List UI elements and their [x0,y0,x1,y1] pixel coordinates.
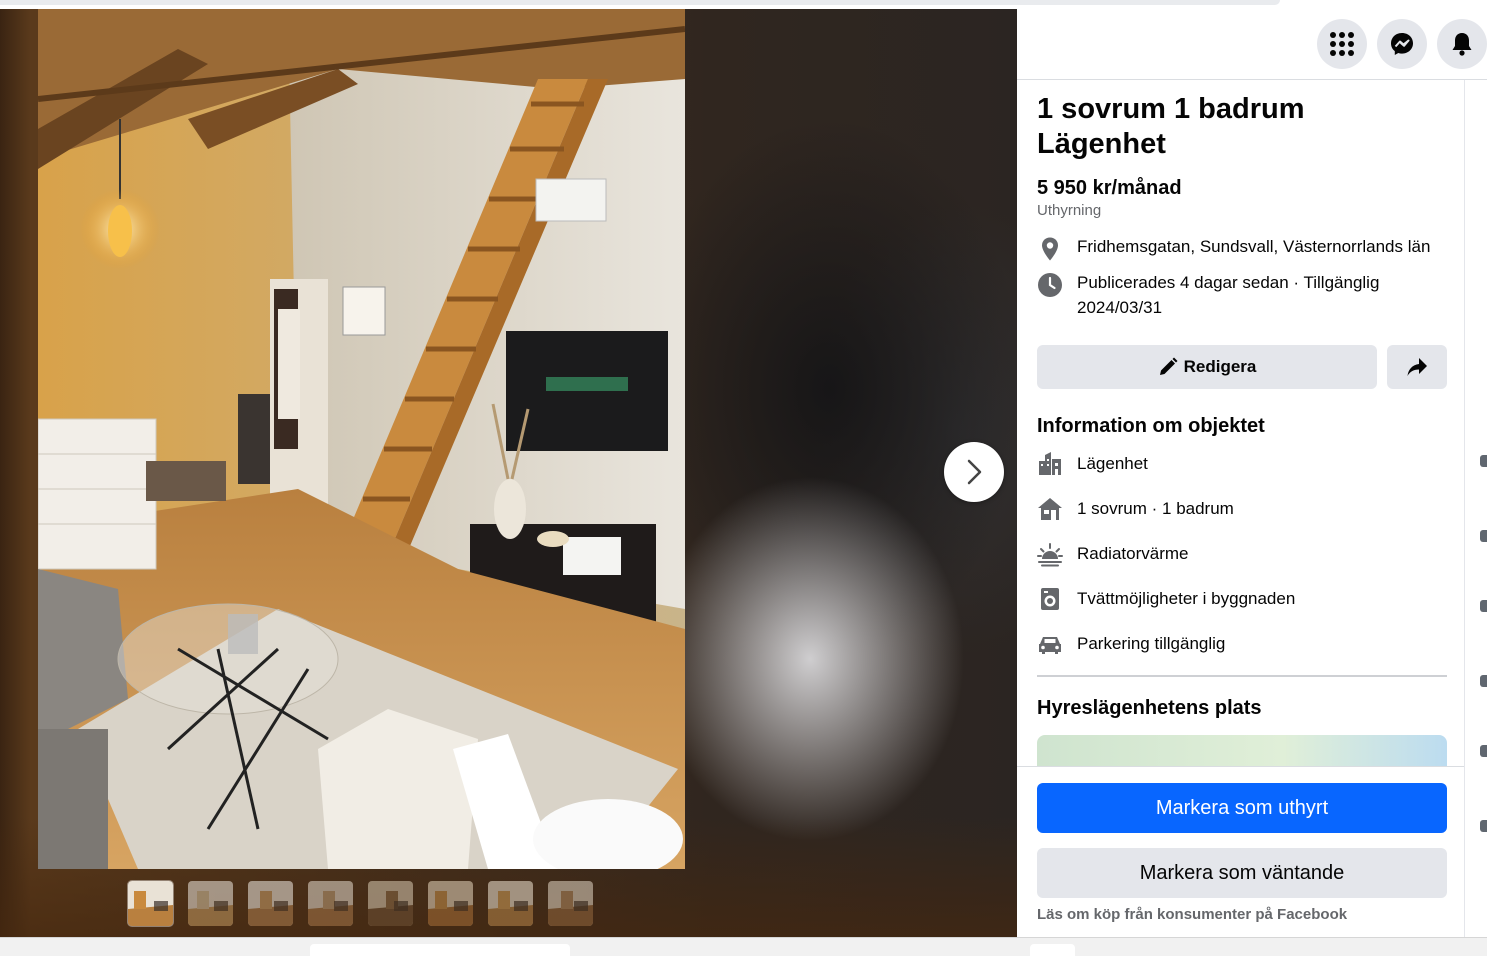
notifications-bell-icon [1452,33,1472,56]
share-button[interactable] [1387,345,1447,389]
next-photo-button[interactable] [944,442,1004,502]
browser-top-strip [0,0,1487,9]
location-map[interactable] [1037,735,1447,766]
location-pin-icon [1042,237,1058,261]
photo-thumbnail[interactable] [188,881,233,926]
attribute-rooms: 1 sovrum · 1 badrum [1037,486,1447,531]
photo-thumbnail[interactable] [548,881,593,926]
consumer-purchase-info-link[interactable]: Läs om köp från konsumenter på Facebook [1037,906,1347,923]
edit-button[interactable]: Redigera [1037,345,1377,389]
footer-divider [1017,766,1464,767]
attribute-laundry: Tvättmöjligheter i byggnaden [1037,576,1447,621]
photo-thumbnail[interactable] [128,881,173,926]
clock-icon [1038,273,1062,297]
published-row: Publicerades 4 dagar sedan · Tillgänglig… [1037,270,1447,320]
info-heading: Information om objektet [1037,415,1265,437]
location-row: Fridhemsgatan, Sundsvall, Västernorrland… [1037,234,1447,262]
attribute-list: Lägenhet 1 sovrum · 1 badrum Radiatorvär… [1037,441,1447,666]
photo-thumbnail[interactable] [368,881,413,926]
listing-type: Uthyrning [1037,202,1102,219]
mark-as-pending-button[interactable]: Markera som väntande [1037,848,1447,898]
location-heading: Hyreslägenhetens plats [1037,697,1262,719]
attribute-parking: Parkering tillgänglig [1037,621,1447,666]
menu-grid-icon [1330,32,1354,56]
pencil-icon [1159,357,1178,375]
edit-button-label: Redigera [1183,357,1257,376]
panel-header [1017,9,1487,80]
notifications-button[interactable] [1437,19,1487,69]
photo-thumbnail[interactable] [248,881,293,926]
attribute-label: Tvättmöjligheter i byggnaden [1077,588,1296,608]
photo-viewer [0,9,1017,937]
washer-icon [1041,587,1059,610]
attribute-property-type: Lägenhet [1037,441,1447,486]
taskbar-strip [0,937,1487,956]
menu-button[interactable] [1317,19,1367,69]
panel-scrollbar[interactable] [1464,80,1465,937]
attribute-label: Radiatorvärme [1077,543,1189,563]
listing-published: Publicerades 4 dagar sedan · Tillgänglig… [1077,273,1380,317]
mark-as-rented-button[interactable]: Markera som uthyrt [1037,783,1447,833]
car-icon [1039,636,1061,654]
attribute-label: Parkering tillgänglig [1077,633,1226,653]
messenger-button[interactable] [1377,19,1427,69]
listing-location[interactable]: Fridhemsgatan, Sundsvall, Västernorrland… [1077,234,1430,259]
attribute-label: 1 sovrum · 1 badrum [1077,498,1234,518]
listing-main-photo [38,9,685,869]
building-icon [1039,451,1061,475]
photo-thumbnail[interactable] [488,881,533,926]
listing-details-panel: 1 sovrum 1 badrum Lägenhet 5 950 kr/måna… [1017,9,1487,937]
listing-scroll-area[interactable]: 1 sovrum 1 badrum Lägenhet 5 950 kr/måna… [1037,80,1447,766]
thumbnail-strip [128,881,593,927]
chevron-right-icon [967,459,982,485]
share-arrow-icon [1407,358,1427,376]
messenger-icon [1391,33,1413,55]
photo-thumbnail[interactable] [428,881,473,926]
listing-price: 5 950 kr/månad [1037,177,1182,199]
section-divider [1037,675,1447,677]
photo-thumbnail[interactable] [308,881,353,926]
attribute-heating: Radiatorvärme [1037,531,1447,576]
attribute-label: Lägenhet [1077,453,1148,473]
heating-icon [1037,542,1063,566]
listing-title: 1 sovrum 1 badrum Lägenhet [1037,93,1305,160]
house-icon [1038,497,1062,520]
action-row: Redigera [1037,345,1447,389]
